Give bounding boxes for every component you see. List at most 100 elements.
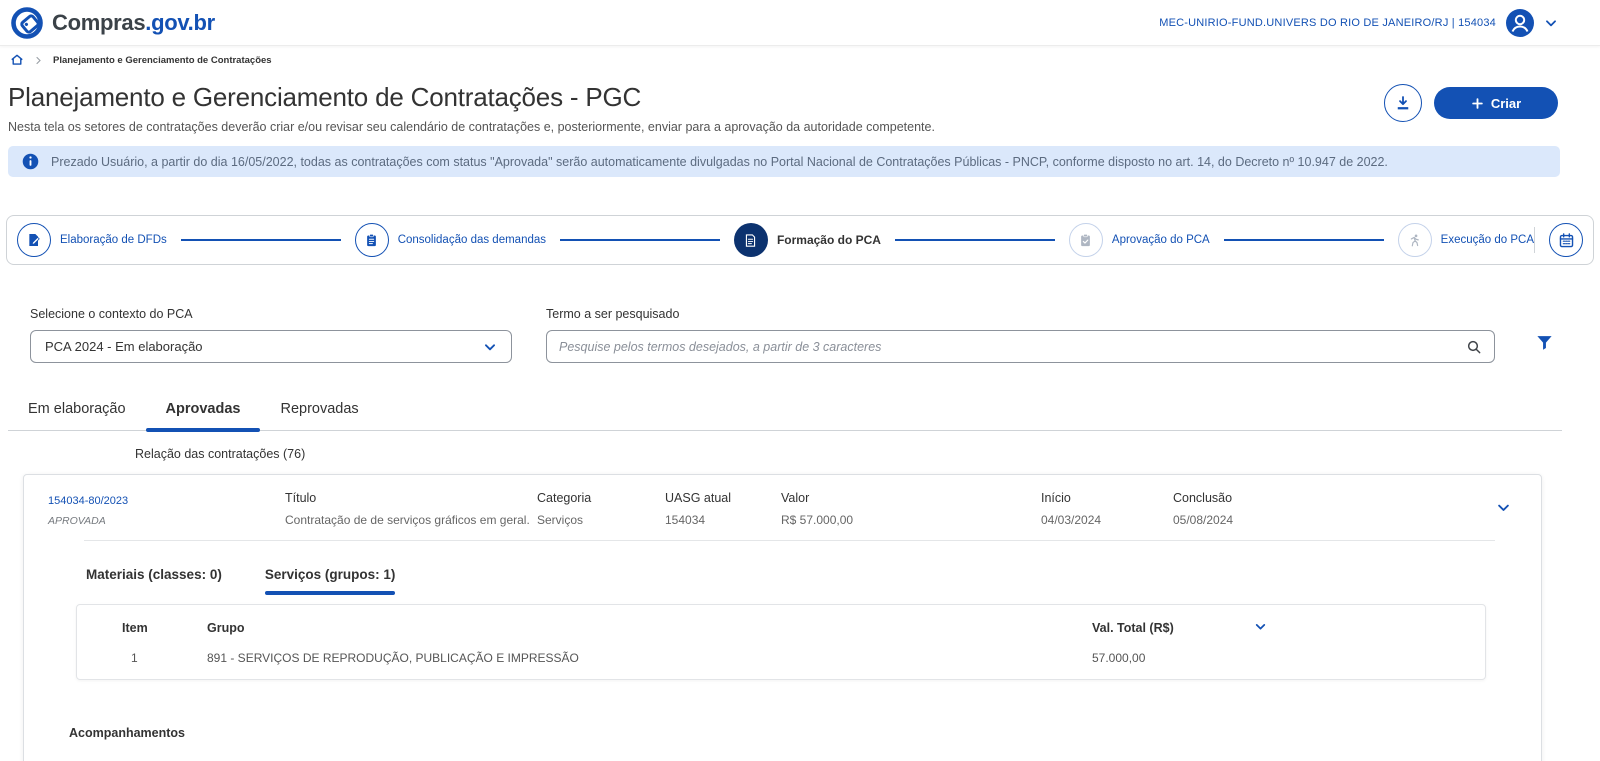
user-area: MEC-UNIRIO-FUND.UNIVERS DO RIO DE JANEIR… [1159,9,1558,37]
header-grupo: Grupo [207,621,1092,635]
tab-em-elaboracao[interactable]: Em elaboração [8,393,146,430]
step-label: Formação do PCA [777,233,881,247]
search-input[interactable] [559,340,1466,354]
categoria-value: Serviços [537,513,665,527]
valor-value: R$ 57.000,00 [781,513,1041,527]
page-actions: Criar [1384,84,1558,122]
chevron-right-icon [34,56,43,65]
col-inicio: Início 04/03/2024 [1041,491,1173,527]
uasg-value: 154034 [665,513,781,527]
search-box [546,330,1495,363]
plus-icon [1471,97,1484,110]
page-subtitle: Nesta tela os setores de contratações de… [8,120,935,134]
user-avatar-icon[interactable] [1506,9,1534,37]
brand-compras: Compras [52,10,145,35]
uasg-label: UASG atual [665,491,781,505]
compras-gov-logo[interactable]: Compras.gov.br [10,6,215,40]
step-execucao-pca[interactable]: Execução do PCA [1398,223,1534,257]
calendar-button[interactable] [1549,223,1583,257]
valor-label: Valor [781,491,1041,505]
items-table-header: Item Grupo Val. Total (R$) [77,605,1485,647]
contract-count-label: Relação das contratações (76) [135,447,1600,461]
step-formacao-pca[interactable]: Formação do PCA [734,223,881,257]
info-banner-text: Prezado Usuário, a partir do dia 16/05/2… [51,155,1388,169]
filters-section: Selecione o contexto do PCA PCA 2024 - E… [30,307,1560,363]
col-titulo: Título Contratação de de serviços gráfic… [285,491,537,527]
categoria-label: Categoria [537,491,665,505]
search-term-label: Termo a ser pesquisado [546,307,1495,321]
tab-reprovadas[interactable]: Reprovadas [260,393,378,430]
breadcrumb-current[interactable]: Planejamento e Gerenciamento de Contrata… [53,55,272,66]
subtab-servicos[interactable]: Serviços (grupos: 1) [265,567,396,595]
home-icon[interactable] [10,53,24,67]
item-subtabs: Materiais (classes: 0) Serviços (grupos:… [86,567,1541,595]
tab-aprovadas[interactable]: Aprovadas [146,393,261,430]
breadcrumb: Planejamento e Gerenciamento de Contrata… [0,46,1600,74]
step-aprovacao-pca[interactable]: Aprovação do PCA [1069,223,1210,257]
stepper-right [1534,223,1583,257]
header-item: Item [122,621,207,635]
items-table-row: 1 891 - SERVIÇOS DE REPRODUÇÃO, PUBLICAÇ… [77,647,1485,679]
clipboard-check-icon [1069,223,1103,257]
chevron-down-icon [483,340,497,354]
conclusao-label: Conclusão [1173,491,1492,505]
contract-id-link[interactable]: 154034-80/2023 [48,495,128,507]
acompanhamentos-label: Acompanhamentos [69,726,1541,740]
contract-card: 154034-80/2023 APROVADA Título Contrataç… [23,474,1542,761]
titulo-label: Título [285,491,537,505]
calendar-icon [1558,232,1575,249]
step-connector [181,239,341,241]
cell-grupo: 891 - SERVIÇOS DE REPRODUÇÃO, PUBLICAÇÃO… [207,651,1092,665]
contract-id-block: 154034-80/2023 APROVADA [48,491,285,527]
conclusao-value: 05/08/2024 [1173,513,1492,527]
col-uasg: UASG atual 154034 [665,491,781,527]
pca-context-value: PCA 2024 - Em elaboração [45,339,203,354]
step-label: Execução do PCA [1441,234,1534,246]
status-badge: APROVADA [48,515,285,527]
search-icon[interactable] [1466,339,1482,355]
step-label: Aprovação do PCA [1112,234,1210,246]
search-term-field: Termo a ser pesquisado [546,307,1495,363]
step-label: Consolidação das demandas [398,234,546,246]
step-consolidacao-demandas[interactable]: Consolidação das demandas [355,223,546,257]
sort-chevron-down-icon[interactable] [1252,618,1269,638]
titulo-value: Contratação de de serviços gráficos em g… [285,513,537,527]
download-button[interactable] [1384,84,1422,122]
inicio-value: 04/03/2024 [1041,513,1173,527]
cell-item: 1 [122,651,207,665]
contract-summary-row: 154034-80/2023 APROVADA Título Contrataç… [24,475,1541,540]
step-elaboracao-dfds[interactable]: Elaboração de DFDs [17,223,167,257]
vertical-divider [1534,227,1535,253]
criar-button[interactable]: Criar [1434,87,1558,119]
step-label: Elaboração de DFDs [60,234,167,246]
collapse-row-chevron-up-icon[interactable] [1492,496,1515,522]
user-menu-chevron-down-icon[interactable] [1544,16,1558,30]
col-conclusao: Conclusão 05/08/2024 [1173,491,1492,527]
filter-funnel-icon [1535,333,1554,352]
pca-context-select[interactable]: PCA 2024 - Em elaboração [30,330,512,363]
cell-val-total: 57.000,00 [1092,651,1252,665]
runner-icon [1398,223,1432,257]
filter-button[interactable] [1529,327,1560,361]
document-edit-icon [17,223,51,257]
download-icon [1394,94,1412,112]
page-title: Planejamento e Gerenciamento de Contrata… [8,82,935,113]
pca-context-label: Selecione o contexto do PCA [30,307,512,321]
row-divider [84,540,1495,541]
status-tabs: Em elaboração Aprovadas Reprovadas [8,393,1562,431]
pca-context-field: Selecione o contexto do PCA PCA 2024 - E… [30,307,512,363]
info-icon [22,153,39,170]
pca-stepper: Elaboração de DFDs Consolidação das dema… [6,215,1594,265]
subtab-materiais[interactable]: Materiais (classes: 0) [86,567,222,595]
compras-logo-icon [10,6,44,40]
col-valor: Valor R$ 57.000,00 [781,491,1041,527]
step-connector [560,239,720,241]
brand-govbr: .gov.br [145,10,215,35]
col-categoria: Categoria Serviços [537,491,665,527]
info-banner: Prezado Usuário, a partir do dia 16/05/2… [8,146,1560,177]
document-icon [734,223,768,257]
top-bar: Compras.gov.br MEC-UNIRIO-FUND.UNIVERS D… [0,0,1600,46]
step-connector [1224,239,1384,241]
items-table: Item Grupo Val. Total (R$) 1 891 - SERVI… [76,604,1486,680]
org-name: MEC-UNIRIO-FUND.UNIVERS DO RIO DE JANEIR… [1159,17,1496,29]
